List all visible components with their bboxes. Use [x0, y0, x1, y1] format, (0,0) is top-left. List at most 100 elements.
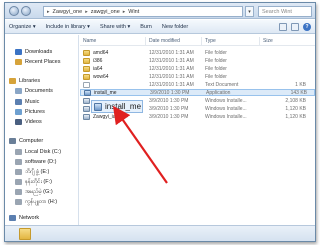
nav-item-recent-places[interactable]: Recent Places [15, 57, 60, 66]
column-name[interactable]: Name [80, 37, 146, 45]
view-options-icon[interactable] [279, 23, 287, 31]
installer-icon [83, 113, 90, 120]
file-row[interactable]: wow64 12/31/2010 1:31 AM File folder [80, 73, 315, 80]
file-date-cell: 12/31/2010 1:31 AM [149, 57, 194, 64]
column-size[interactable]: Size [260, 37, 312, 45]
column-date-modified[interactable]: Date modified [146, 37, 202, 45]
column-header: Name Date modified Type Size [80, 37, 315, 46]
nav-item-documents[interactable]: Documents [15, 86, 53, 95]
file-row[interactable]: Zawgyi_ia64 3/9/2010 1:30 PM Windows Insta… [80, 113, 315, 120]
burn-button[interactable]: Burn [140, 24, 152, 30]
nav-item-network[interactable]: Network [9, 213, 39, 222]
forward-button[interactable] [21, 6, 31, 16]
file-name-cell [80, 81, 146, 88]
nav-item-label: ဘိဂျိ ဖွံ့ (E:) [25, 168, 50, 175]
recent-places-icon [15, 58, 22, 65]
nav-item-drive-f[interactable]: နန်းတိုင်း (F:) [15, 177, 52, 186]
file-type-cell: File folder [205, 57, 227, 64]
drive-icon [15, 148, 22, 155]
computer-icon [9, 137, 16, 144]
drive-icon [15, 158, 22, 165]
videos-icon [15, 118, 22, 125]
nav-item-label: Videos [25, 118, 42, 125]
nav-item-label: နန်းတိုင်း (F:) [25, 178, 52, 185]
search-input[interactable]: Search Wint [258, 6, 312, 17]
nav-item-drive-g[interactable]: အမည်မဲ့ (G:) [15, 187, 53, 196]
nav-item-drive-h[interactable]: ကွန်ပျူတာ (H:) [15, 197, 57, 206]
chevron-right-icon: ▸ [122, 8, 126, 15]
file-name-cell: wow64 [80, 73, 146, 80]
nav-item-libraries[interactable]: Libraries [9, 76, 40, 85]
organize-menu[interactable]: Organize ▾ [9, 24, 36, 30]
file-name: ia64 [93, 65, 103, 72]
navigation-pane: Downloads Recent Places Libraries Docume… [5, 35, 79, 225]
text-document-icon [83, 81, 90, 88]
nav-item-drive-d[interactable]: software (D:) [15, 157, 56, 166]
file-type-cell: File folder [205, 65, 227, 72]
new-folder-button[interactable]: New folder [162, 24, 188, 30]
address-dropdown-button[interactable]: ▾ [245, 6, 254, 17]
nav-item-downloads[interactable]: Downloads [15, 47, 52, 56]
nav-item-label: Computer [19, 137, 44, 144]
file-size-cell: 1,120 KB [285, 113, 306, 120]
selected-file-name: install_me [105, 102, 142, 111]
file-date-cell: 3/9/2010 1:30 PM [149, 113, 189, 120]
nav-item-label: Libraries [19, 77, 41, 84]
folder-icon [83, 65, 90, 72]
breadcrumb-item[interactable]: zawgyi_one [91, 9, 120, 15]
file-row[interactable]: 12/31/2010 1:31 AM Text Document 1 KB [80, 81, 315, 88]
file-row[interactable]: install_me 3/9/2010 1:30 PM Application 143… [80, 89, 315, 96]
include-in-library-menu[interactable]: Include in library ▾ [46, 24, 90, 30]
file-date-cell: 12/31/2010 1:31 AM [149, 81, 194, 88]
breadcrumb-item[interactable]: Wint [128, 9, 139, 15]
file-type-cell: Windows Installe... [205, 105, 247, 112]
file-size-cell: 1 KB [295, 81, 306, 88]
nav-item-pictures[interactable]: Pictures [15, 107, 45, 116]
file-row[interactable]: amd64 12/31/2010 1:31 AM File folder [80, 49, 315, 56]
nav-item-label: Local Disk (C:) [25, 148, 62, 155]
back-button[interactable] [9, 6, 19, 16]
file-row[interactable]: ia64 12/31/2010 1:31 AM File folder [80, 65, 315, 72]
drive-icon [15, 178, 22, 185]
installer-icon [83, 105, 90, 112]
file-date-cell: 3/9/2010 1:30 PM [149, 105, 189, 112]
file-name-cell: install_me [81, 89, 147, 96]
breadcrumb[interactable]: ▸ Zawgyi_one ▸ zawgyi_one ▸ Wint [43, 6, 243, 17]
file-row[interactable]: i386 12/31/2010 1:31 AM File folder [80, 57, 315, 64]
file-date-cell: 12/31/2010 1:31 AM [149, 73, 194, 80]
nav-item-label: Music [25, 98, 40, 105]
file-name: install_me [94, 89, 117, 96]
file-name-cell: amd64 [80, 49, 146, 56]
nav-item-label: Pictures [25, 108, 45, 115]
network-icon [9, 214, 16, 221]
file-type-cell: Application [206, 89, 231, 96]
selected-file-label[interactable]: install_me [91, 100, 143, 113]
command-bar: Organize ▾ Include in library ▾ Share wi… [5, 20, 315, 34]
address-bar: ▸ Zawgyi_one ▸ zawgyi_one ▸ Wint ▾ Searc… [5, 3, 315, 19]
file-date-cell: 12/31/2010 1:31 AM [149, 49, 194, 56]
file-name: Zawgyi_ia64 [93, 113, 122, 120]
breadcrumb-item[interactable]: Zawgyi_one [53, 9, 83, 15]
nav-item-local-disk-c[interactable]: Local Disk (C:) [15, 147, 61, 156]
music-icon [15, 98, 22, 105]
nav-item-videos[interactable]: Videos [15, 117, 42, 126]
file-name: amd64 [93, 49, 109, 56]
file-name-cell: ia64 [80, 65, 146, 72]
installer-icon [83, 97, 90, 104]
nav-item-music[interactable]: Music [15, 97, 39, 106]
file-date-cell: 3/9/2010 1:30 PM [150, 89, 190, 96]
nav-item-label: software (D:) [25, 158, 57, 165]
share-with-menu[interactable]: Share with ▾ [100, 24, 130, 30]
application-icon [84, 89, 91, 96]
folder-icon [19, 228, 31, 240]
nav-item-drive-e[interactable]: ဘိဂျိ ဖွံ့ (E:) [15, 167, 49, 176]
file-list: Name Date modified Type Size amd64 12/31/… [80, 35, 315, 225]
help-icon[interactable]: ? [303, 23, 311, 31]
file-name: wow64 [93, 73, 109, 80]
preview-pane-icon[interactable] [291, 23, 299, 31]
nav-item-label: Recent Places [25, 58, 61, 65]
file-type-cell: Text Document [205, 81, 239, 88]
column-type[interactable]: Type [202, 37, 260, 45]
nav-item-computer[interactable]: Computer [9, 136, 43, 145]
file-date-cell: 3/9/2010 1:30 PM [149, 97, 189, 104]
